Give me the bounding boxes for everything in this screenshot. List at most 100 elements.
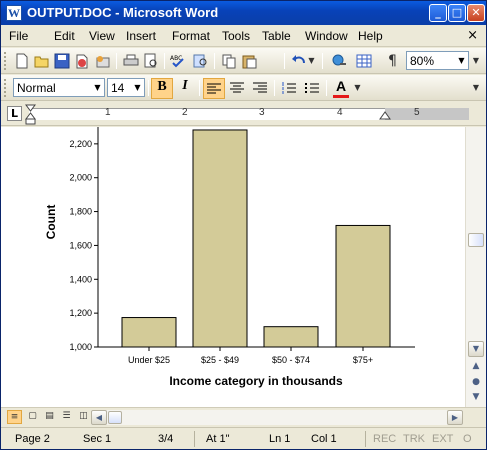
toolbar-grip[interactable] (4, 52, 7, 70)
research-icon[interactable] (192, 53, 209, 69)
scroll-down-icon[interactable]: ▼ (468, 341, 484, 357)
font-color-swatch (333, 95, 349, 98)
menu-help[interactable]: Help (358, 29, 383, 43)
y-tick-label: 2,000 (69, 173, 92, 183)
y-tick-label: 2,200 (69, 139, 92, 149)
scroll-left-icon[interactable]: ◀ (91, 410, 107, 425)
print-layout-icon[interactable]: ▤ (42, 410, 57, 424)
right-indent-marker-icon[interactable] (379, 111, 391, 121)
toolbar-separator (322, 53, 323, 69)
show-formatting-icon[interactable]: ¶ (384, 53, 401, 69)
menu-window[interactable]: Window (305, 29, 348, 43)
ruler-number: 3 (259, 107, 265, 118)
word-window: W OUTPUT.DOC - Microsoft Word _ □ ✕ File… (0, 0, 487, 450)
horizontal-scroll-thumb[interactable] (108, 411, 122, 424)
formatting-toolbar: Normal ▼ 14 ▼ B I A ▼ ▼ (1, 75, 486, 101)
ruler-number: 5 (414, 107, 420, 118)
undo-dropdown-icon[interactable]: ▼ (307, 53, 316, 69)
bold-button[interactable]: B (151, 78, 173, 99)
numbering-button[interactable] (278, 78, 300, 99)
status-ext[interactable]: EXT (432, 433, 453, 445)
undo-icon[interactable] (290, 53, 307, 69)
horizontal-scrollbar[interactable]: ◀ ▶ (91, 410, 463, 425)
menu-format[interactable]: Format (172, 29, 210, 43)
chevron-down-icon[interactable]: ▼ (132, 80, 143, 95)
font-size-combo[interactable]: 14 ▼ (107, 78, 145, 97)
open-icon[interactable] (33, 53, 50, 69)
font-color-button[interactable]: A (330, 78, 352, 99)
table-icon[interactable] (355, 53, 372, 69)
paste-icon[interactable] (240, 53, 257, 69)
align-right-button[interactable] (249, 78, 271, 99)
toolbar-separator (214, 53, 215, 69)
menu-tools[interactable]: Tools (222, 29, 250, 43)
align-left-button[interactable] (203, 78, 225, 99)
menu-edit[interactable]: Edit (54, 29, 75, 43)
print-preview-icon[interactable] (142, 53, 159, 69)
align-center-button[interactable] (226, 78, 248, 99)
previous-page-icon[interactable]: ▲ (468, 359, 484, 375)
menu-table[interactable]: Table (262, 29, 291, 43)
toolbar-separator (116, 53, 117, 69)
browse-object-icon[interactable]: ● (468, 375, 484, 391)
web-layout-icon[interactable]: ▢ (25, 410, 40, 424)
hyperlink-icon[interactable] (331, 53, 348, 69)
toolbar-options-icon[interactable]: ▼ (471, 80, 481, 96)
x-tick-label: $25 - $49 (201, 355, 239, 365)
x-axis-title: Income category in thousands (169, 374, 343, 388)
minimize-button[interactable]: _ (429, 4, 447, 22)
ruler-number: 4 (337, 107, 343, 118)
font-color-dropdown-icon[interactable]: ▼ (353, 80, 362, 96)
ruler-margin-shade (385, 108, 469, 120)
save-icon[interactable] (53, 53, 70, 69)
status-position: At 1" (206, 433, 230, 445)
style-combo[interactable]: Normal ▼ (13, 78, 105, 97)
reading-layout-icon[interactable]: ◫ (76, 410, 91, 424)
italic-button[interactable]: I (174, 78, 196, 99)
window-title: OUTPUT.DOC - Microsoft Word (27, 5, 219, 20)
copy-icon[interactable] (220, 53, 237, 69)
x-tick-label: $50 - $74 (272, 355, 310, 365)
y-axis-title: Count (44, 205, 58, 240)
status-trk[interactable]: TRK (403, 433, 425, 445)
toolbar-separator (164, 53, 165, 69)
outline-view-icon[interactable]: ☰ (59, 410, 74, 424)
word-doc-icon[interactable]: W (6, 5, 22, 21)
scroll-right-icon[interactable]: ▶ (447, 410, 463, 425)
chevron-down-icon[interactable]: ▼ (456, 53, 467, 68)
x-tick-label: $75+ (353, 355, 373, 365)
zoom-combo[interactable]: 80% ▼ (406, 51, 469, 70)
menu-insert[interactable]: Insert (126, 29, 156, 43)
menu-view[interactable]: View (89, 29, 115, 43)
tab-selector[interactable]: L (7, 106, 22, 121)
font-size-value: 14 (111, 81, 125, 95)
chevron-down-icon[interactable]: ▼ (92, 80, 103, 95)
horizontal-ruler[interactable]: L 1 2 3 4 5 (1, 102, 486, 126)
menu-bar: File Edit View Insert Format Tools Table… (1, 25, 486, 47)
toolbar-grip[interactable] (4, 79, 7, 97)
spelling-icon[interactable]: ABC (170, 53, 187, 69)
status-line: Ln 1 (269, 433, 291, 445)
y-tick-label: 1,200 (69, 308, 92, 318)
new-icon[interactable] (13, 53, 30, 69)
permission-icon[interactable] (73, 53, 90, 69)
bar (335, 224, 391, 348)
normal-view-icon[interactable]: ≡ (7, 410, 22, 424)
view-and-horizontal-scroll-bar: ≡ ▢ ▤ ☰ ◫ ◀ ▶ (1, 407, 486, 426)
menu-file[interactable]: File (9, 29, 28, 43)
status-ovr[interactable]: O (463, 433, 472, 445)
document-close-icon[interactable]: × (467, 28, 478, 43)
close-button[interactable]: ✕ (467, 4, 485, 22)
maximize-button[interactable]: □ (448, 4, 466, 22)
email-icon[interactable] (93, 53, 110, 69)
font-color-label: A (335, 78, 347, 94)
print-icon[interactable] (122, 53, 139, 69)
scroll-thumb[interactable] (468, 233, 484, 247)
status-rec[interactable]: REC (373, 433, 396, 445)
next-page-icon[interactable]: ▼ (468, 390, 484, 406)
bullets-button[interactable] (301, 78, 323, 99)
toolbar-options-icon[interactable]: ▼ (471, 53, 481, 69)
indent-marker-icon[interactable] (25, 104, 37, 126)
vertical-scrollbar[interactable]: ▼ ▲ ● ▼ (465, 127, 486, 407)
document-area[interactable]: 1,000 1,200 1,400 1,600 1,800 2,000 2,200 Under… (1, 127, 465, 407)
